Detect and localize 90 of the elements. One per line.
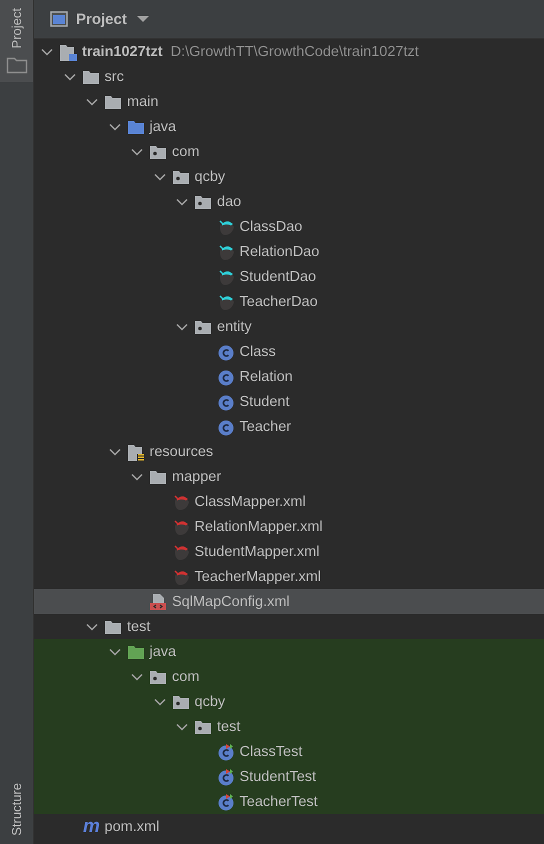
tree-item-label: test — [217, 718, 240, 734]
tree-row[interactable]: m pom.xml — [34, 814, 544, 839]
tree-row[interactable]: src — [34, 64, 544, 89]
tree-row[interactable]: ClassDao — [34, 214, 544, 239]
tool-window-tab[interactable]: Structure — [0, 775, 33, 844]
tree-row[interactable]: ClassTest — [34, 739, 544, 764]
xml-file-icon — [149, 592, 167, 610]
dropdown-arrow-icon[interactable] — [134, 13, 151, 25]
tree-row[interactable]: Student — [34, 389, 544, 414]
tree-item-label: StudentDao — [240, 268, 316, 284]
tree-item-label: ClassDao — [240, 218, 302, 234]
tree-item-label: java — [150, 644, 176, 660]
tool-window-tab[interactable]: Project — [0, 0, 33, 82]
tree-item-label: Teacher — [240, 418, 292, 434]
tree-item-label: StudentTest — [240, 768, 316, 784]
tree-row[interactable]: TeacherDao — [34, 289, 544, 314]
tree-item-label: java — [150, 118, 176, 134]
tree-row[interactable]: resources — [34, 439, 544, 464]
tree-item-label: qcby — [194, 694, 226, 710]
bird-icon — [216, 242, 234, 260]
module-folder-icon — [59, 42, 77, 60]
tree-row[interactable]: test — [34, 614, 544, 639]
tree-item-label: train1027tzt — [82, 44, 163, 60]
tree-item-label: ClassMapper.xml — [194, 494, 306, 510]
tree-row[interactable]: mapper — [34, 464, 544, 489]
folder-icon — [6, 56, 28, 74]
tree-row[interactable]: StudentMapper.xml — [34, 539, 544, 564]
tree-row[interactable]: entity — [34, 314, 544, 339]
bird-icon — [172, 568, 190, 586]
bird-icon — [172, 542, 190, 560]
tree-row[interactable]: qcby — [34, 689, 544, 714]
bird-icon — [172, 518, 190, 536]
tree-row[interactable]: TeacherTest — [34, 789, 544, 814]
tree-row[interactable]: RelationDao — [34, 239, 544, 264]
tree-item-label: ClassTest — [240, 744, 302, 760]
tree-item-label: entity — [217, 318, 252, 334]
tree-row[interactable]: com — [34, 664, 544, 689]
tree-item-label: RelationMapper.xml — [194, 518, 323, 534]
tree-item-label: Class — [240, 344, 276, 360]
bird-icon — [216, 292, 234, 310]
bird-icon — [216, 268, 234, 286]
tree-item-label: RelationDao — [240, 244, 320, 260]
tree-row[interactable]: qcby — [34, 164, 544, 189]
tree-item-label: TeacherMapper.xml — [194, 568, 322, 584]
tree-item-label: qcby — [194, 168, 226, 184]
tree-row[interactable]: ClassMapper.xml — [34, 489, 544, 514]
project-path: D:\GrowthTT\GrowthCode\train1027tzt — [170, 44, 419, 60]
tree-row[interactable]: train1027tzt D:\GrowthTT\GrowthCode\train1027tzt — [34, 39, 544, 64]
tree-row[interactable]: StudentDao — [34, 264, 544, 289]
tree-row[interactable]: com — [34, 139, 544, 164]
maven-icon: m — [82, 818, 102, 836]
tree-row[interactable]: Relation — [34, 364, 544, 389]
test-class-icon — [216, 742, 234, 760]
tree-item-label: resources — [150, 444, 214, 460]
resources-folder-icon — [126, 442, 144, 460]
tree-row[interactable]: Teacher — [34, 414, 544, 439]
tree-item-label: com — [172, 144, 200, 160]
class-icon — [216, 342, 234, 360]
tree-row[interactable]: TeacherMapper.xml — [34, 564, 544, 589]
class-icon — [216, 418, 234, 436]
tree-row[interactable]: StudentTest — [34, 764, 544, 789]
bird-icon — [172, 492, 190, 510]
test-class-icon — [216, 792, 234, 810]
tree-row[interactable]: RelationMapper.xml — [34, 514, 544, 539]
panel-title: Project — [76, 10, 127, 28]
tree-row[interactable]: SqlMapConfig.xml — [34, 589, 544, 614]
tree-item-label: mapper — [172, 468, 222, 484]
tree-item-label: TeacherTest — [240, 794, 318, 810]
tree-row[interactable]: main — [34, 89, 544, 114]
tree-row[interactable]: dao — [34, 189, 544, 214]
tree-row[interactable]: java — [34, 114, 544, 139]
tree-item-label: com — [172, 668, 200, 684]
tree-item-label: main — [127, 94, 158, 110]
tree-item-label: TeacherDao — [240, 294, 318, 310]
tree-row[interactable]: java — [34, 639, 544, 664]
class-icon — [216, 368, 234, 386]
class-icon — [216, 392, 234, 410]
tree-item-label: Student — [240, 394, 290, 410]
tree-item-label: pom.xml — [104, 818, 160, 834]
test-class-icon — [216, 768, 234, 786]
tree-row[interactable]: test — [34, 714, 544, 739]
tree-item-label: SqlMapConfig.xml — [172, 594, 290, 610]
bird-icon — [216, 218, 234, 236]
tree-item-label: test — [127, 618, 150, 634]
tree-item-label: Relation — [240, 368, 293, 384]
window-icon — [50, 11, 68, 27]
tree-item-label: StudentMapper.xml — [194, 544, 320, 560]
tree-item-label: src — [104, 68, 124, 84]
tree-item-label: dao — [217, 194, 242, 210]
tree-row[interactable]: Class — [34, 339, 544, 364]
